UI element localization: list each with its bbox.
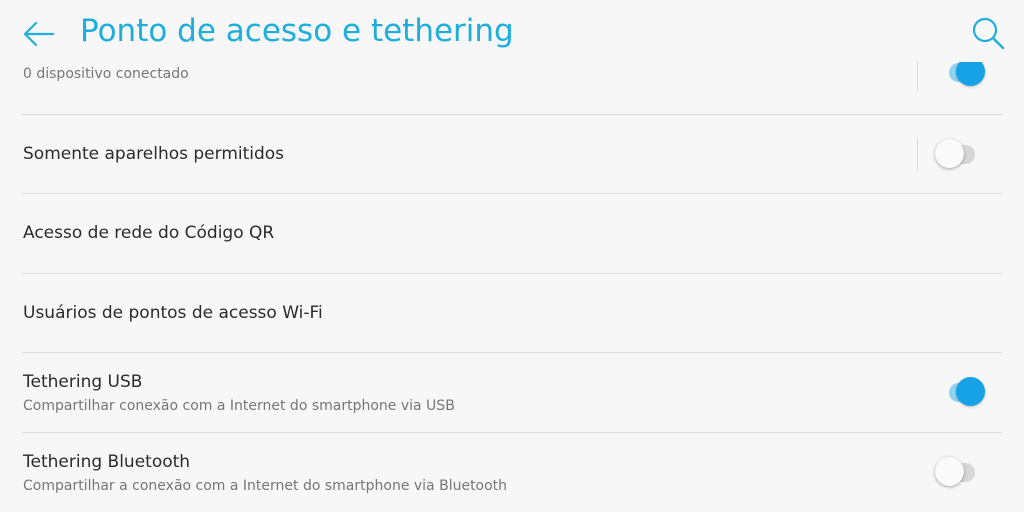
bluetooth-tethering-label: Tethering Bluetooth	[23, 452, 191, 472]
toggle-thumb	[935, 457, 964, 486]
search-icon	[968, 17, 1008, 57]
qr-code-access-row[interactable]: Acesso de rede do Código QR	[0, 194, 1024, 273]
arrow-left-icon	[20, 21, 60, 58]
bluetooth-tethering-toggle[interactable]	[935, 457, 987, 487]
allowed-devices-row[interactable]: Somente aparelhos permitidos	[0, 115, 1024, 193]
back-button[interactable]	[20, 14, 60, 54]
row-separator	[917, 58, 918, 92]
bluetooth-tethering-description: Compartilhar a conexão com a Internet do…	[23, 478, 508, 494]
page-title: Ponto de acesso e tethering	[80, 13, 514, 49]
usb-tethering-label: Tethering USB	[23, 372, 143, 392]
app-bar: Ponto de acesso e tethering	[0, 0, 1024, 62]
allowed-devices-label: Somente aparelhos permitidos	[23, 144, 285, 164]
hotspot-users-label: Usuários de pontos de acesso Wi-Fi	[23, 303, 323, 323]
usb-tethering-toggle[interactable]	[935, 377, 987, 407]
row-separator	[917, 137, 918, 171]
usb-tethering-description: Compartilhar conexão com a Internet do s…	[23, 398, 455, 414]
search-button[interactable]	[968, 13, 1008, 53]
usb-tethering-row[interactable]: Tethering USB Compartilhar conexão com a…	[0, 353, 1024, 432]
toggle-thumb	[956, 377, 985, 406]
settings-screen: 0 dispositivo conectado Somente aparelho…	[0, 0, 1024, 512]
allowed-devices-toggle[interactable]	[935, 139, 987, 169]
hotspot-users-row[interactable]: Usuários de pontos de acesso Wi-Fi	[0, 274, 1024, 352]
bluetooth-tethering-row[interactable]: Tethering Bluetooth Compartilhar a conex…	[0, 433, 1024, 512]
connected-devices-summary: 0 dispositivo conectado	[23, 66, 189, 82]
toggle-thumb	[935, 139, 964, 168]
qr-code-access-label: Acesso de rede do Código QR	[23, 223, 275, 243]
